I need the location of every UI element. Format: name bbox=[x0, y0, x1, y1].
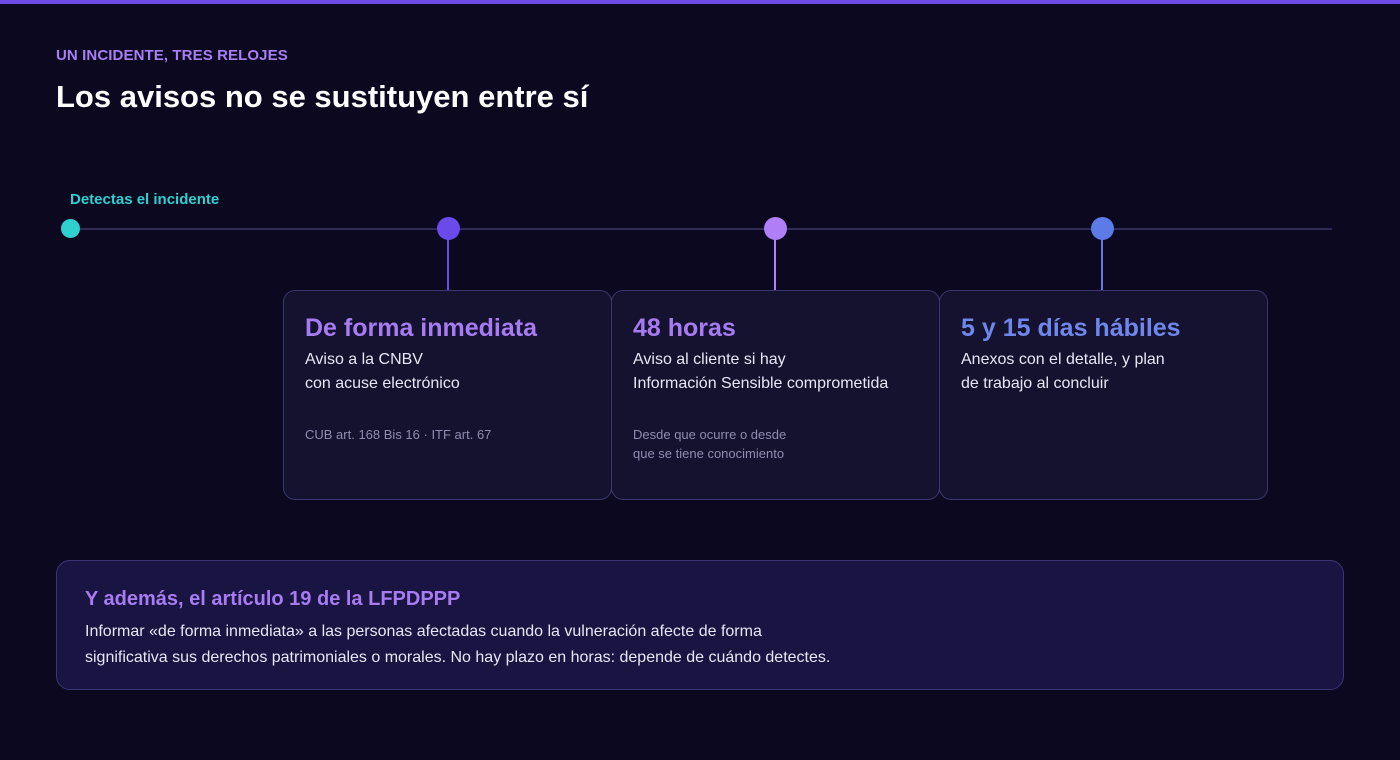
milestone-title: 5 y 15 días hábiles bbox=[961, 314, 1181, 342]
callout-title: Y además, el artículo 19 de la LFPDPPP bbox=[85, 588, 461, 610]
timeline-connector-business-days bbox=[1101, 238, 1103, 290]
milestone-card-48h: 48 horas Aviso al cliente si hay Informa… bbox=[611, 290, 940, 500]
milestone-description-line: Información Sensible comprometida bbox=[633, 375, 889, 392]
top-accent-bar bbox=[0, 0, 1400, 4]
milestone-card-immediate: De forma inmediata Aviso a la CNBV con a… bbox=[283, 290, 612, 500]
callout-text-line: Informar «de forma inmediata» a las pers… bbox=[85, 623, 762, 640]
timeline-axis bbox=[70, 228, 1332, 230]
callout-text-line: significativa sus derechos patrimoniales… bbox=[85, 649, 831, 666]
milestone-title: 48 horas bbox=[633, 314, 736, 342]
timeline-start-node bbox=[61, 219, 80, 238]
milestone-description-line: Aviso al cliente si hay bbox=[633, 351, 786, 368]
timeline-node-business-days bbox=[1091, 217, 1114, 240]
eyebrow-label: UN INCIDENTE, TRES RELOJES bbox=[56, 47, 288, 64]
timeline-connector-48h bbox=[774, 238, 776, 290]
milestone-description-line: de trabajo al concluir bbox=[961, 375, 1109, 392]
milestone-card-business-days: 5 y 15 días hábiles Anexos con el detall… bbox=[939, 290, 1268, 500]
milestone-description: Aviso a la CNBV con acuse electrónico bbox=[305, 348, 591, 396]
milestone-note-line: que se tiene conocimiento bbox=[633, 446, 785, 461]
milestone-note-line: Desde que ocurre o desde bbox=[633, 427, 787, 442]
timeline-node-48h bbox=[764, 217, 787, 240]
milestone-description: Anexos con el detalle, y plan de trabajo… bbox=[961, 348, 1247, 396]
lfpdppp-callout: Y además, el artículo 19 de la LFPDPPP I… bbox=[56, 560, 1344, 690]
milestone-note-line: CUB art. 168 Bis 16 · ITF art. 67 bbox=[305, 427, 492, 442]
milestone-note: Desde que ocurre o desde que se tiene co… bbox=[633, 425, 919, 463]
page-title: Los avisos no se sustituyen entre sí bbox=[56, 79, 589, 114]
milestone-description-line: Anexos con el detalle, y plan bbox=[961, 351, 1165, 368]
timeline-start-label: Detectas el incidente bbox=[70, 191, 220, 208]
milestone-description-line: Aviso a la CNBV bbox=[305, 351, 423, 368]
milestone-description: Aviso al cliente si hay Información Sens… bbox=[633, 348, 919, 396]
milestone-description-line: con acuse electrónico bbox=[305, 375, 460, 392]
timeline-node-immediate bbox=[437, 217, 460, 240]
milestone-note: CUB art. 168 Bis 16 · ITF art. 67 bbox=[305, 425, 591, 444]
callout-text: Informar «de forma inmediata» a las pers… bbox=[85, 619, 1315, 671]
timeline-connector-immediate bbox=[447, 238, 449, 290]
milestone-title: De forma inmediata bbox=[305, 314, 538, 342]
